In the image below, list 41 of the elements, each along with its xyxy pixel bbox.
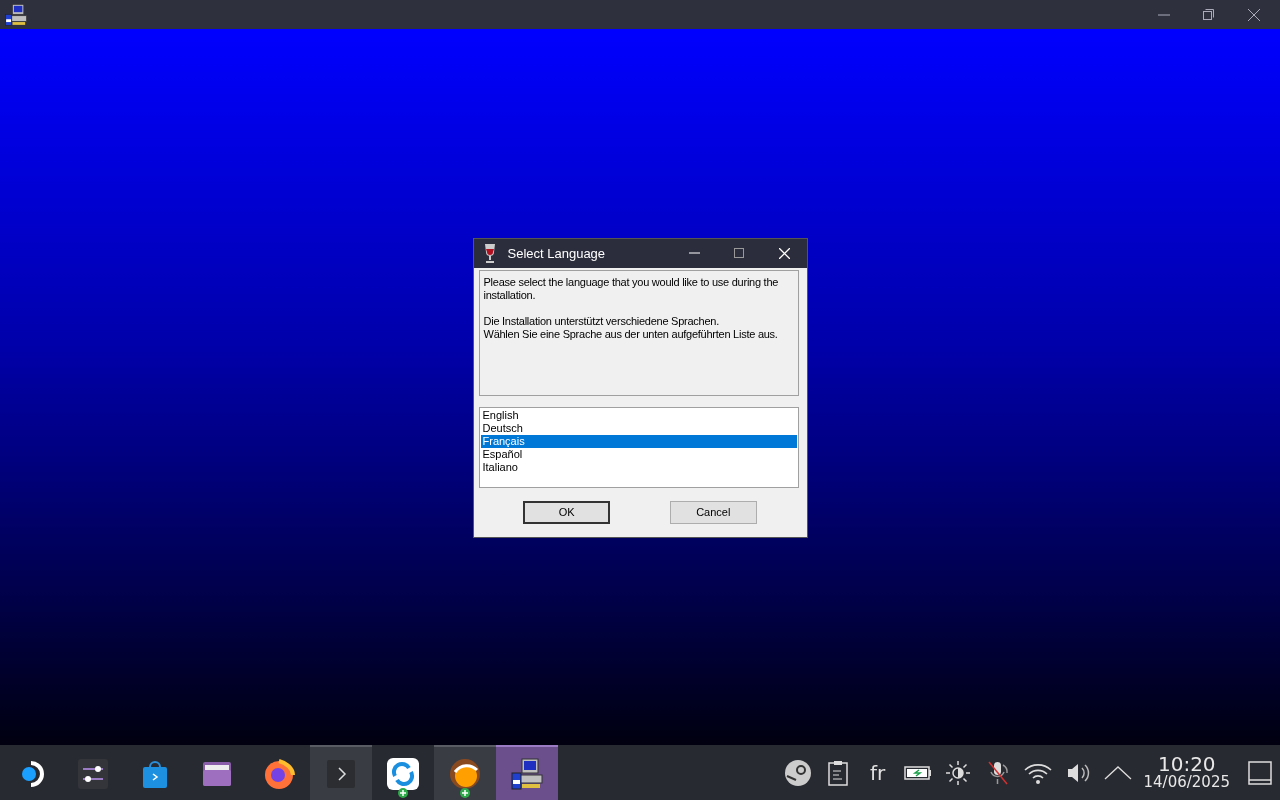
sliders-icon	[78, 758, 108, 789]
show-desktop-icon	[1248, 760, 1272, 785]
ball-icon	[449, 757, 481, 790]
clipboard-icon	[827, 759, 848, 786]
brightness-icon	[945, 760, 970, 785]
plus-badge-icon	[460, 788, 470, 798]
maximize-icon	[734, 248, 744, 258]
close-icon	[778, 247, 790, 259]
taskbar-app-button[interactable]	[496, 745, 558, 800]
clock-date: 14/06/2025	[1143, 774, 1230, 791]
plus-badge-icon	[398, 788, 408, 798]
language-item[interactable]: Français	[480, 434, 797, 448]
clock[interactable]: 10:20 14/06/2025	[1143, 754, 1230, 791]
dialog-title: Select Language	[507, 245, 607, 261]
minimize-icon	[1157, 13, 1170, 16]
minimize-icon	[688, 252, 700, 254]
message-text: Die Installation unterstützt verschiedene Sprachen. Wählen Sie eine Sprache aus der unten aufgeführten Liste aus.	[483, 314, 779, 341]
wifi-icon	[1023, 761, 1052, 784]
language-item[interactable]: Deutsch	[480, 421, 797, 435]
language-item[interactable]: English	[480, 408, 797, 422]
restore-icon	[1203, 9, 1214, 20]
wine-glass-icon	[483, 243, 496, 263]
ok-button[interactable]: OK	[523, 500, 611, 524]
circular-arrows-icon	[387, 757, 419, 790]
chevron-up-icon	[1103, 765, 1132, 780]
cancel-button[interactable]: Cancel	[669, 500, 757, 524]
language-item[interactable]: Español	[480, 447, 797, 461]
keyboard-language-indicator[interactable]: fr	[857, 760, 898, 785]
terminal-icon	[327, 759, 355, 788]
taskbar-app-button[interactable]	[434, 745, 496, 800]
clock-time: 10:20	[1157, 754, 1216, 774]
fox-globe-icon	[263, 757, 295, 790]
battery-charging-icon	[903, 765, 932, 780]
close-icon	[1247, 8, 1260, 21]
message-text: Please select the language that you would like to use during the installation.	[483, 275, 780, 302]
language-item[interactable]: Italiano	[480, 460, 797, 474]
installer-computer-icon	[510, 756, 544, 791]
steam-icon	[784, 759, 811, 786]
muted-microphone-icon	[985, 759, 1010, 786]
folder-icon	[202, 760, 232, 787]
shopping-bag-icon	[142, 758, 168, 789]
